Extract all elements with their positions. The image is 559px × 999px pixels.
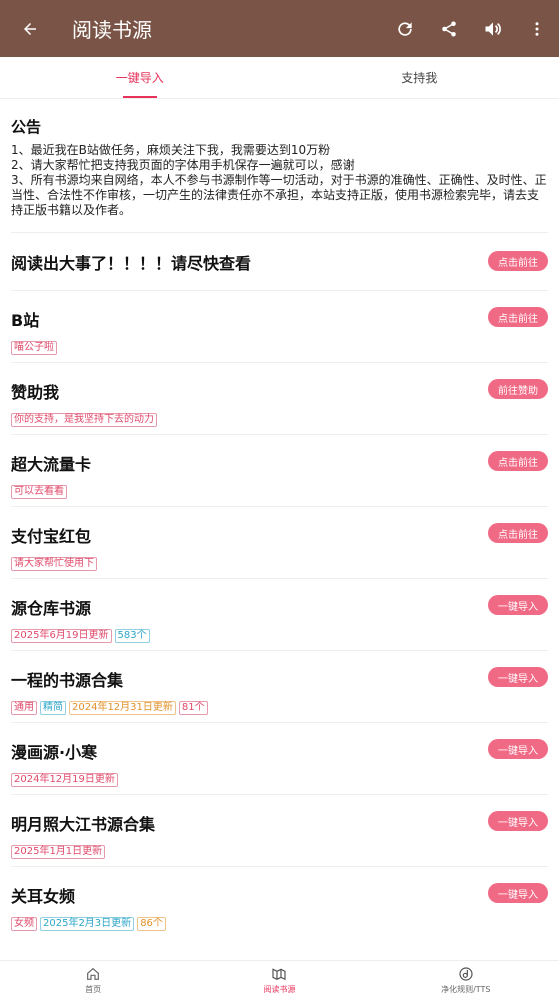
item-title: 明月照大江书源合集 [11, 815, 156, 834]
back-arrow-icon [24, 22, 36, 35]
purify-tts-icon [459, 966, 473, 981]
item-action-button[interactable]: 一键导入 [488, 595, 548, 615]
share-button[interactable] [427, 0, 471, 57]
item-tag: 喵公子啦 [11, 341, 57, 355]
item-tags: 2025年6月19日更新 583个 [11, 629, 548, 643]
item-tag: 女频 [11, 917, 37, 931]
item-action-button[interactable]: 点击前往 [488, 307, 548, 327]
list-item: 一程的书源合集通用 精简 2024年12月31日更新 81个 一键导入 [11, 650, 548, 722]
notice-line: 3、所有书源均来自网络，本人不参与书源制作等一切活动，对于书源的准确性、正确性、… [11, 173, 547, 217]
nav-purify-tts[interactable]: 净化规则/TTS [373, 961, 559, 999]
page-title: 阅读书源 [72, 18, 152, 42]
item-title: 关耳女频 [11, 887, 76, 906]
item-tag: 2025年6月19日更新 [11, 629, 112, 643]
notice-title: 公告 [11, 118, 42, 136]
item-title: 支付宝红包 [11, 527, 92, 546]
nav-label: 阅读书源 [263, 984, 296, 994]
list-item: 漫画源·小寒 2024年12月19日更新 一键导入 [11, 722, 548, 794]
item-tag: 请大家帮忙使用下 [11, 557, 97, 571]
item-action-button[interactable]: 点击前往 [488, 451, 548, 471]
item-tags: 你的支持，是我坚持下去的动力 [11, 413, 548, 427]
item-title: 超大流量卡 [11, 455, 92, 474]
tab-one-click-import[interactable]: 一键导入 [0, 57, 280, 98]
item-action-button[interactable]: 前往赞助 [488, 379, 548, 399]
list-item: 阅读出大事了！！！！请尽快查看 点击前往 [11, 232, 548, 290]
item-tag: 2025年1月1日更新 [11, 845, 106, 859]
item-action-button[interactable]: 点击前往 [488, 523, 548, 543]
source-list[interactable]: 公告 1、最近我在B站做任务，麻烦关注下我，我需要达到10万粉 2、请大家帮忙把… [0, 100, 559, 960]
item-tag: 583个 [114, 629, 150, 643]
item-tag: 86个 [137, 917, 166, 931]
list-item: 源仓库书源 2025年6月19日更新 583个 一键导入 [11, 578, 548, 650]
item-title: 源仓库书源 [11, 599, 92, 618]
list-item: 关耳女频女频 2025年2月3日更新 86个 一键导入 [11, 866, 548, 938]
item-tags: 女频 2025年2月3日更新 86个 [11, 917, 548, 931]
item-action-button[interactable]: 一键导入 [488, 883, 548, 903]
item-tag: 81个 [178, 701, 208, 715]
item-tags: 2025年1月1日更新 [11, 845, 548, 859]
items-container: 阅读出大事了！！！！请尽快查看 点击前往 B站 喵公子啦 点击前往 赞助我 你的支持，是我坚… [0, 232, 559, 938]
notice-section: 公告 1、最近我在B站做任务，麻烦关注下我，我需要达到10万粉 2、请大家帮忙把… [0, 100, 559, 218]
item-title: 赞助我 [11, 383, 60, 402]
volume-icon [485, 21, 501, 36]
item-action-button[interactable]: 点击前往 [488, 251, 548, 271]
item-action-button[interactable]: 一键导入 [488, 739, 548, 759]
item-tag: 精简 [40, 701, 66, 715]
list-item: 超大流量卡可以去看看 点击前往 [11, 434, 548, 506]
volume-button[interactable] [471, 0, 515, 57]
item-tags: 可以去看看 [11, 485, 548, 499]
list-item: 赞助我你的支持，是我坚持下去的动力 前往赞助 [11, 362, 548, 434]
list-item: B站喵公子啦 点击前往 [11, 290, 548, 362]
refresh-button[interactable] [383, 0, 427, 57]
nav-book-source[interactable]: 阅读书源 [186, 961, 372, 999]
item-tags: 喵公子啦 [11, 341, 548, 355]
item-tag: 2024年12月19日更新 [11, 773, 118, 787]
tab-support-me[interactable]: 支持我 [280, 57, 559, 98]
home-icon [87, 967, 100, 980]
item-tag: 2024年12月31日更新 [69, 701, 176, 715]
nav-home[interactable]: 首页 [0, 961, 186, 999]
item-title: 阅读出大事了！！！！请尽快查看 [11, 254, 252, 273]
item-title: B站 [11, 311, 40, 330]
tab-bar: 一键导入 支持我 [0, 57, 559, 99]
refresh-icon [398, 21, 412, 36]
more-vert-icon [535, 21, 539, 36]
list-item: 支付宝红包请大家帮忙使用下 点击前往 [11, 506, 548, 578]
item-tags: 2024年12月19日更新 [11, 773, 548, 787]
item-tag: 通用 [11, 701, 37, 715]
notice-line: 1、最近我在B站做任务，麻烦关注下我，我需要达到10万粉 [11, 143, 331, 157]
item-tags: 通用 精简 2024年12月31日更新 81个 [11, 701, 548, 715]
more-button[interactable] [515, 0, 559, 57]
tab-label: 支持我 [401, 71, 438, 85]
book-source-icon [272, 967, 287, 980]
item-action-button[interactable]: 一键导入 [488, 667, 548, 687]
back-button[interactable] [0, 0, 60, 57]
item-tag: 你的支持，是我坚持下去的动力 [11, 413, 157, 427]
nav-label: 首页 [85, 984, 102, 994]
app-bar: 阅读书源 [0, 0, 559, 57]
list-item: 明月照大江书源合集 2025年1月1日更新 一键导入 [11, 794, 548, 866]
item-tag: 2025年2月3日更新 [40, 917, 135, 931]
tab-label: 一键导入 [115, 71, 164, 85]
item-title: 一程的书源合集 [11, 671, 124, 690]
item-title: 漫画源·小寒 [11, 743, 98, 762]
nav-label: 净化规则/TTS [441, 984, 491, 994]
tab-indicator [122, 96, 157, 98]
item-tag: 可以去看看 [11, 485, 67, 499]
item-tags: 请大家帮忙使用下 [11, 557, 548, 571]
bottom-nav: 首页 阅读书源 净化规则/TTS [0, 960, 559, 999]
item-action-button[interactable]: 一键导入 [488, 811, 548, 831]
share-icon [442, 21, 456, 36]
notice-line: 2、请大家帮忙把支持我页面的字体用手机保存一遍就可以，感谢 [11, 158, 355, 172]
